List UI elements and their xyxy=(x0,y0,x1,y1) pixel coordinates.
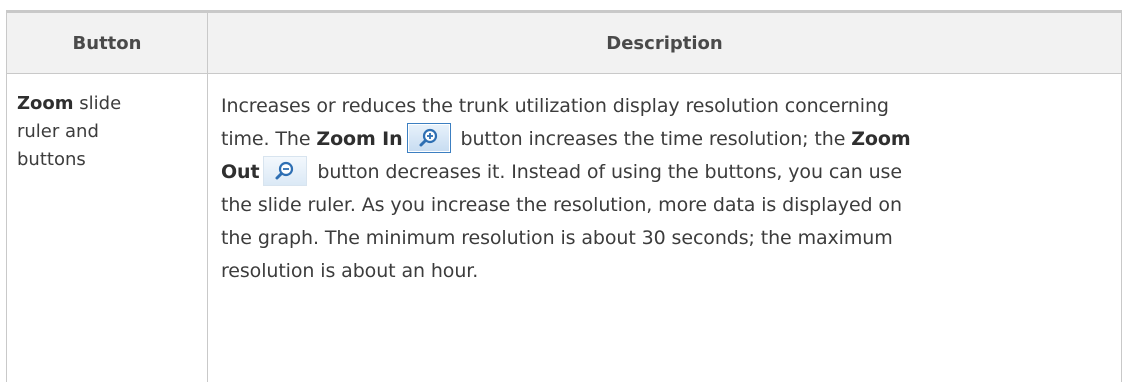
table-cell-button: Zoom slide ruler and buttons xyxy=(17,90,197,174)
desc-line-4: the slide ruler. As you increase the res… xyxy=(221,194,902,216)
zoom-out-icon xyxy=(263,156,308,186)
button-line-1-text: slide xyxy=(73,93,122,114)
table-header-row: Button Description xyxy=(7,13,1121,74)
column-divider xyxy=(207,13,208,382)
table-cell-description: Increases or reduces the trunk utilizati… xyxy=(221,90,1111,288)
desc-line-1: Increases or reduces the trunk utilizati… xyxy=(221,95,889,117)
desc-line-2: time. The Zoom In button increases the t… xyxy=(221,123,1111,156)
desc-text: button decreases it. Instead of using th… xyxy=(311,161,902,183)
desc-text: time. The xyxy=(221,128,317,150)
button-line-3: buttons xyxy=(17,149,86,170)
desc-text: button increases the time resolution; th… xyxy=(454,128,852,150)
button-name-bold: Zoom xyxy=(17,93,74,114)
button-line-1: Zoom slide xyxy=(17,90,197,118)
desc-line-3: Out button decreases it. Instead of usin… xyxy=(221,156,1111,189)
button-line-2: ruler and xyxy=(17,121,99,142)
header-button: Button xyxy=(72,32,142,54)
desc-line-6: resolution is about an hour. xyxy=(221,260,479,282)
header-description: Description xyxy=(606,32,723,54)
zoom-out-label-part2: Out xyxy=(221,161,260,183)
zoom-in-label: Zoom In xyxy=(316,128,403,150)
desc-line-5: the graph. The minimum resolution is abo… xyxy=(221,227,893,249)
zoom-in-icon xyxy=(406,123,451,153)
zoom-out-label-part1: Zoom xyxy=(851,128,911,150)
description-table: Button Description Zoom slide ruler and … xyxy=(6,10,1122,382)
